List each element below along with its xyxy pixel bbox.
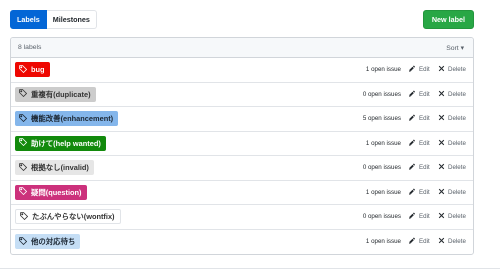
label-badge[interactable]: 助けて(help wanted) — [15, 135, 106, 151]
close-icon — [438, 212, 448, 221]
close-icon — [438, 163, 448, 172]
label-row: 助けて(help wanted) 1 open issue Edit Delete — [11, 132, 473, 156]
pencil-icon — [409, 212, 419, 221]
pencil-icon — [409, 65, 419, 74]
labels-toolbar: Labels Milestones New label — [10, 10, 474, 29]
tab-labels[interactable]: Labels — [10, 10, 47, 29]
edit-button[interactable]: Edit — [409, 90, 430, 99]
label-name: bug — [31, 65, 45, 75]
sort-dropdown[interactable]: Sort ▾ — [446, 44, 464, 52]
delete-label: Delete — [448, 115, 466, 123]
new-label-button[interactable]: New label — [422, 10, 474, 29]
label-badge[interactable]: 疑問(question) — [15, 184, 87, 200]
label-row: 機能改善(enhancement) 5 open issues Edit Delete — [11, 107, 473, 132]
edit-button[interactable]: Edit — [409, 212, 430, 221]
label-badge[interactable]: たぶんやらない(wontfix) — [15, 209, 121, 225]
tag-icon — [19, 138, 31, 148]
edit-label: Edit — [419, 213, 430, 221]
edit-button[interactable]: Edit — [409, 188, 430, 197]
close-icon — [438, 237, 448, 246]
pencil-icon — [409, 188, 419, 197]
label-badge[interactable]: bug — [15, 62, 50, 78]
delete-button[interactable]: Delete — [438, 90, 466, 99]
label-rows: bug 1 open issue Edit Delete 重複有(duplicate) 0… — [11, 58, 473, 254]
delete-button[interactable]: Delete — [438, 188, 466, 197]
label-row: 重複有(duplicate) 0 open issues Edit Delete — [11, 83, 473, 107]
edit-button[interactable]: Edit — [409, 237, 430, 246]
edit-button[interactable]: Edit — [409, 139, 430, 148]
label-badge[interactable]: 根拠なし(invalid) — [15, 160, 94, 176]
close-icon — [438, 65, 448, 74]
tag-icon — [19, 113, 31, 124]
label-name: 重複有(duplicate) — [31, 89, 91, 99]
edit-label: Edit — [419, 115, 430, 123]
open-issues-link[interactable]: 0 open issues — [313, 213, 401, 220]
delete-button[interactable]: Delete — [438, 139, 466, 148]
page-divider — [0, 268, 500, 269]
labels-count: 8 labels — [18, 44, 42, 51]
label-name: 他の対応待ち — [31, 237, 76, 247]
open-issues-link[interactable]: 1 open issue — [313, 189, 401, 196]
tag-icon — [19, 236, 31, 247]
delete-label: Delete — [448, 90, 466, 98]
pencil-icon — [409, 90, 419, 99]
edit-label: Edit — [419, 90, 430, 98]
label-badge[interactable]: 機能改善(enhancement) — [15, 111, 119, 127]
pencil-icon — [409, 237, 419, 246]
pencil-icon — [409, 114, 419, 123]
pencil-icon — [409, 163, 419, 172]
label-row: 根拠なし(invalid) 0 open issues Edit Delete — [11, 156, 473, 181]
edit-label: Edit — [419, 66, 430, 74]
edit-label: Edit — [419, 238, 430, 246]
delete-button[interactable]: Delete — [438, 114, 466, 123]
open-issues-link[interactable]: 1 open issue — [313, 140, 401, 147]
label-row: 疑問(question) 1 open issue Edit Delete — [11, 181, 473, 205]
label-badge[interactable]: 重複有(duplicate) — [15, 86, 96, 102]
close-icon — [438, 188, 448, 197]
delete-label: Delete — [448, 66, 466, 74]
open-issues-link[interactable]: 1 open issue — [313, 66, 401, 73]
delete-label: Delete — [448, 139, 466, 147]
tag-icon — [19, 162, 31, 173]
open-issues-link[interactable]: 5 open issues — [313, 115, 401, 122]
label-row: 他の対応待ち 1 open issue Edit Delete — [11, 230, 473, 255]
labels-list: 8 labels Sort ▾ bug 1 open issue Edit Delet… — [10, 37, 474, 255]
delete-button[interactable]: Delete — [438, 212, 466, 221]
edit-label: Edit — [419, 139, 430, 147]
tab-milestones[interactable]: Milestones — [46, 10, 97, 29]
edit-button[interactable]: Edit — [409, 163, 430, 172]
close-icon — [438, 90, 448, 99]
label-name: たぶんやらない(wontfix) — [32, 212, 115, 222]
delete-label: Delete — [448, 213, 466, 221]
close-icon — [438, 139, 448, 148]
edit-button[interactable]: Edit — [409, 65, 430, 74]
edit-label: Edit — [419, 164, 430, 172]
close-icon — [438, 114, 448, 123]
tag-icon — [20, 211, 32, 222]
edit-label: Edit — [419, 188, 430, 196]
delete-button[interactable]: Delete — [438, 65, 466, 74]
labels-milestones-subnav: Labels Milestones — [10, 10, 97, 29]
pencil-icon — [409, 139, 419, 148]
tag-icon — [19, 187, 31, 197]
label-row: たぶんやらない(wontfix) 0 open issues Edit Delete — [11, 205, 473, 230]
open-issues-link[interactable]: 0 open issues — [313, 164, 401, 171]
label-badge[interactable]: 他の対応待ち — [15, 234, 81, 250]
delete-label: Delete — [448, 188, 466, 196]
delete-label: Delete — [448, 238, 466, 246]
delete-button[interactable]: Delete — [438, 163, 466, 172]
open-issues-link[interactable]: 0 open issues — [313, 91, 401, 98]
labels-list-header: 8 labels Sort ▾ — [11, 38, 473, 58]
label-name: 機能改善(enhancement) — [31, 114, 114, 124]
label-name: 助けて(help wanted) — [31, 138, 101, 148]
delete-label: Delete — [448, 164, 466, 172]
label-name: 根拠なし(invalid) — [31, 163, 89, 173]
tag-icon — [19, 89, 31, 99]
edit-button[interactable]: Edit — [409, 114, 430, 123]
label-row: bug 1 open issue Edit Delete — [11, 58, 473, 83]
open-issues-link[interactable]: 1 open issue — [313, 238, 401, 245]
label-name: 疑問(question) — [31, 187, 82, 197]
tag-icon — [19, 64, 31, 75]
delete-button[interactable]: Delete — [438, 237, 466, 246]
